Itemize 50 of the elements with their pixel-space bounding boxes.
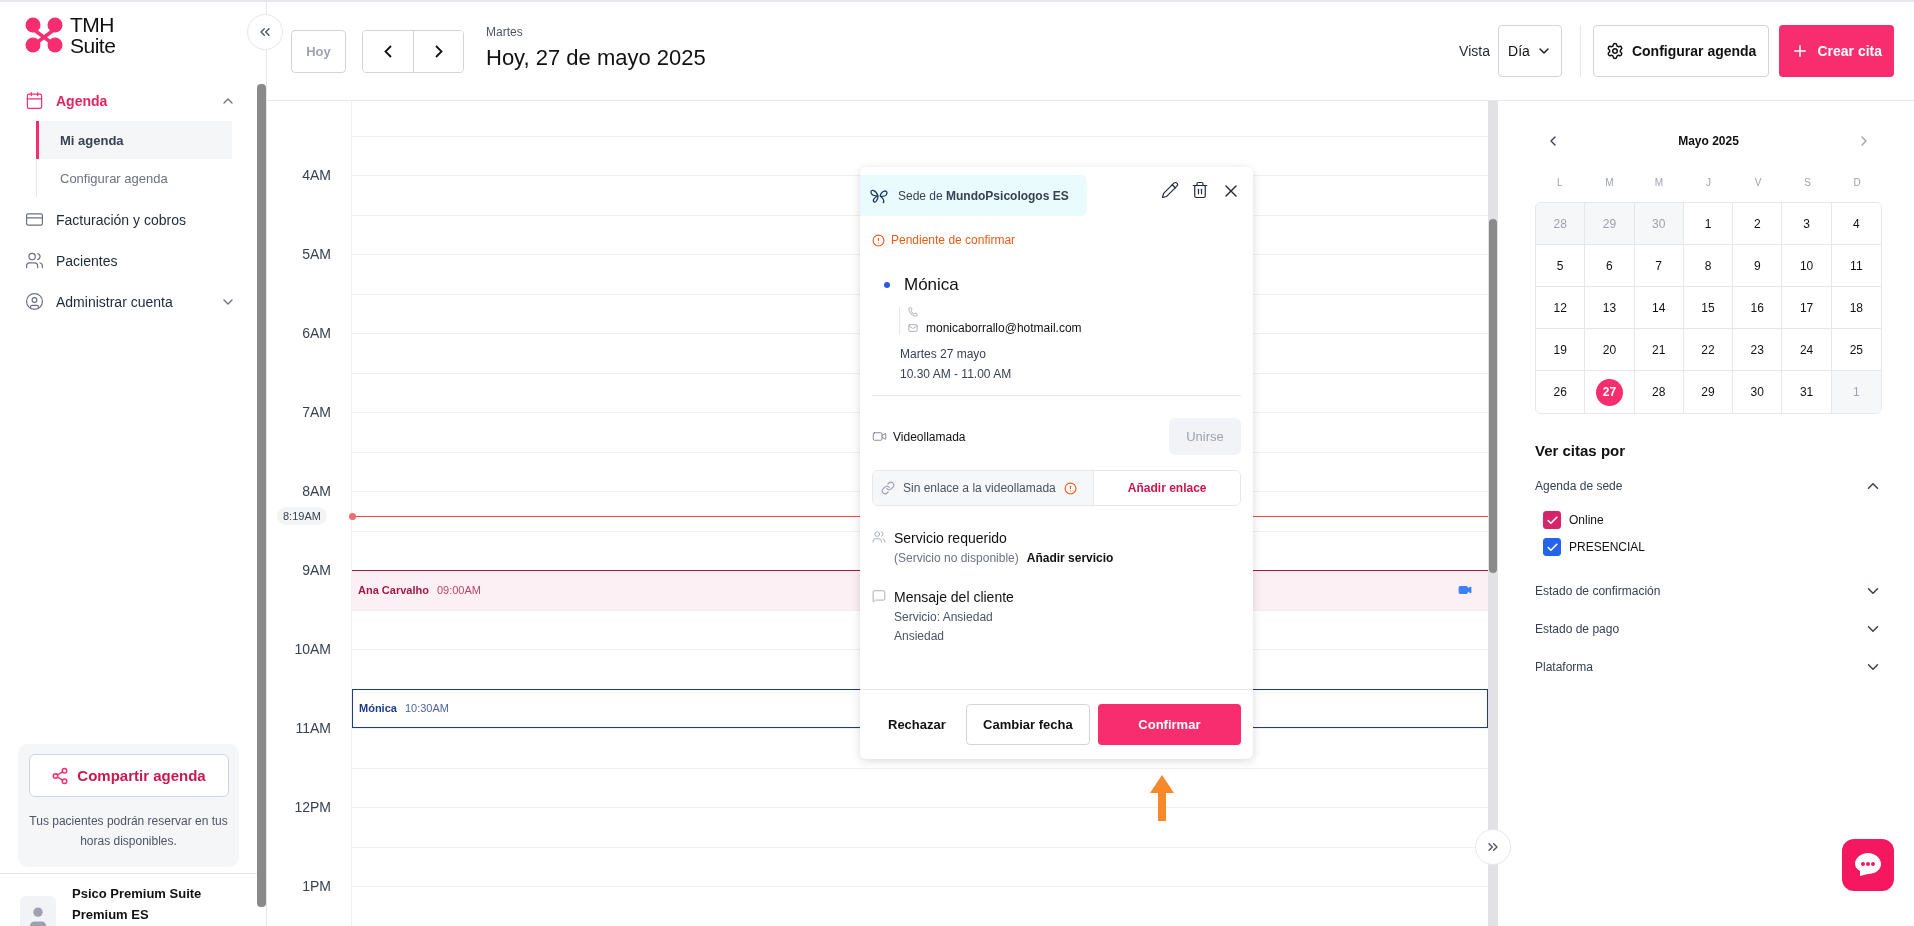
location-text: Sede de MundoPsicologos ES: [898, 188, 1069, 203]
weekday-label: M: [1604, 177, 1615, 188]
client-name: Mónica: [904, 275, 959, 295]
date-title: Hoy, 27 de mayo 2025: [486, 45, 706, 71]
hour-label: 10AM: [294, 641, 331, 657]
service-status: (Servicio no disponible): [894, 551, 1019, 565]
filter-group-label: Agenda de sede: [1535, 479, 1623, 493]
message-title: Mensaje del cliente: [894, 589, 1015, 605]
share-description: Tus pacientes podrán reservar en tus horas disponibles.: [28, 813, 229, 850]
event-time: 09:00AM: [436, 584, 481, 597]
hour-label: 9AM: [302, 562, 331, 578]
hour-label: 8AM: [302, 483, 331, 499]
weekday-label: L: [1556, 177, 1564, 188]
appointment-date: Martes 27 mayo: [900, 347, 988, 361]
client-email: monicaborrallo@hotmail.com: [926, 321, 1082, 335]
hour-label: 12PM: [294, 799, 331, 815]
weekday-label: V: [1753, 177, 1763, 188]
weekday-label: M: [1653, 177, 1665, 188]
filter-group-label: Estado de pago: [1535, 622, 1620, 636]
hour-label: 11AM: [295, 720, 331, 736]
weekday-label: J: [1705, 177, 1712, 188]
event-name: Ana Carvalho: [358, 584, 429, 597]
user-name: Psico Premium Suite: [72, 886, 202, 901]
view-label: Vista: [1459, 43, 1490, 59]
appointment-time: 10.30 AM - 11.00 AM: [900, 367, 1013, 381]
user-plan: Premium ES: [72, 907, 150, 922]
month-title: Mayo 2025: [1678, 134, 1739, 148]
checkbox-label: Online: [1569, 513, 1604, 527]
message-text: Servicio: Ansiedad: [894, 610, 994, 624]
weekday-label: D: [1852, 177, 1862, 188]
weekday-label: Martes: [486, 25, 524, 39]
current-time-label: 8:19AM: [277, 507, 327, 525]
service-title: Servicio requerido: [894, 530, 1008, 546]
message-text: Ansiedad: [894, 629, 946, 643]
filter-group-label: Estado de confirmación: [1535, 584, 1661, 598]
filter-group-label: Plataforma: [1535, 660, 1594, 674]
no-link-text: Sin enlace a la videollamada: [903, 481, 1056, 495]
hour-label: 5AM: [302, 246, 331, 262]
event-name: Mónica: [359, 702, 397, 715]
event-time: 10:30AM: [404, 702, 449, 715]
hour-label: 4AM: [302, 167, 331, 183]
logo-text: TMH Suite: [70, 14, 116, 56]
status-text: Pendiente de confirmar: [891, 233, 1016, 247]
hour-label: 1PM: [302, 878, 331, 894]
hour-label: 7AM: [302, 404, 331, 420]
hour-label: 6AM: [302, 325, 331, 341]
checkbox-label: PRESENCIAL: [1569, 540, 1646, 554]
weekday-label: S: [1803, 177, 1812, 188]
filters-title: Ver citas por: [1535, 442, 1627, 459]
video-call-label: Videollamada: [893, 429, 966, 444]
